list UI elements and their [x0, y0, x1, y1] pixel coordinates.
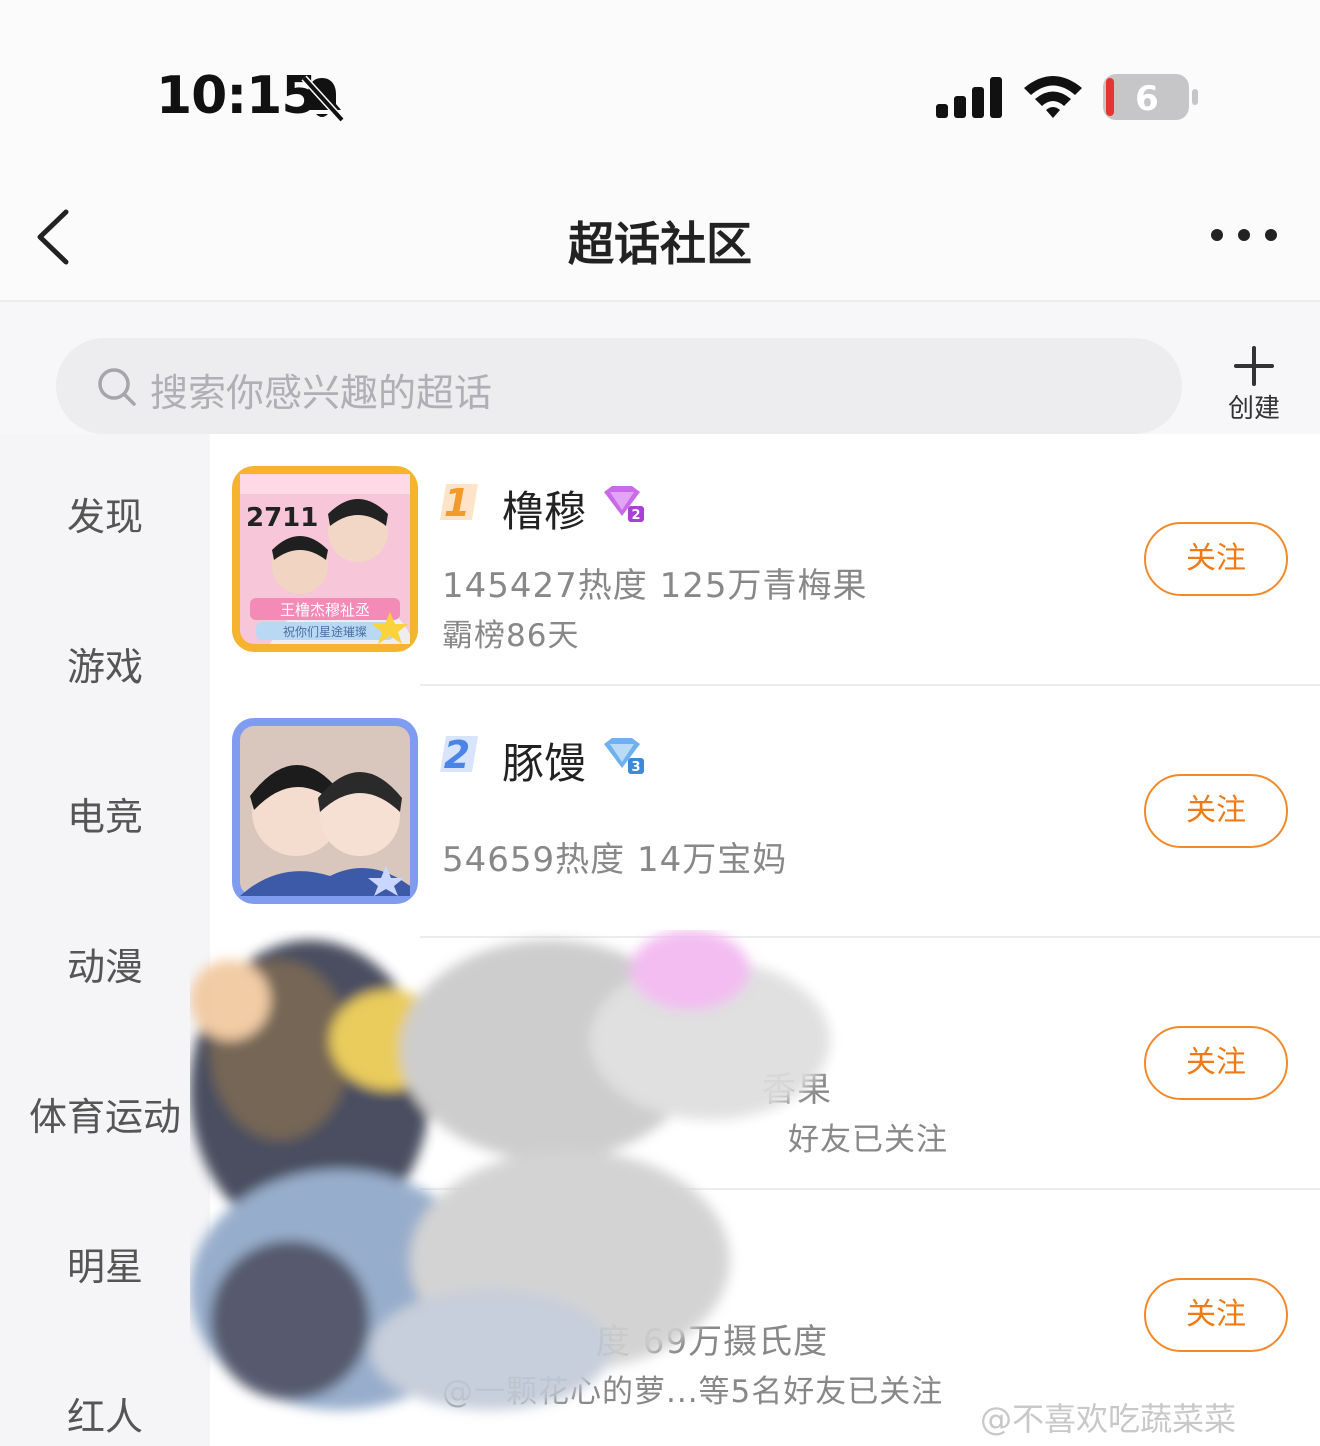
badge-level: 3	[631, 760, 640, 775]
rank-number: 2	[444, 733, 470, 774]
bell-muted-icon	[301, 75, 345, 123]
sidebar-item-anime[interactable]: 动漫	[0, 936, 210, 991]
redaction-scribble	[190, 930, 830, 1410]
thumbnail-number: 2711	[246, 503, 318, 533]
battery-level: 6	[1135, 79, 1159, 119]
cellular-signal-icon	[936, 77, 1002, 118]
rank-number: 1	[444, 481, 470, 522]
ellipsis-icon[interactable]	[1206, 222, 1282, 248]
topic-thumbnail: 2711 王橹杰穆祉丞 祝你们星途璀璨	[232, 466, 418, 652]
search-icon	[98, 368, 136, 406]
sidebar-item-esports[interactable]: 电竞	[0, 786, 210, 841]
list-item[interactable]: 2711 王橹杰穆祉丞 祝你们星途璀璨 1 橹穆 2 145427热度 125万…	[210, 434, 1320, 686]
status-bar: 10:15 6	[0, 0, 1320, 170]
sidebar-item-games[interactable]: 游戏	[0, 636, 210, 691]
create-label: 创建	[1227, 394, 1280, 424]
sidebar-item-influencers[interactable]: 红人	[0, 1386, 210, 1441]
topic-image: 2711 王橹杰穆祉丞 祝你们星途璀璨	[240, 474, 410, 644]
follow-button[interactable]: 关注	[1144, 1278, 1288, 1352]
sidebar-item-stars[interactable]: 明星	[0, 1236, 210, 1291]
clock: 10:15	[156, 66, 318, 126]
wifi-icon	[1024, 76, 1082, 118]
search-area: 搜索你感兴趣的超话 创建	[0, 302, 1320, 434]
sidebar-item-sports[interactable]: 体育运动	[0, 1086, 210, 1141]
list-item[interactable]: 2 豚馒 3 54659热度 14万宝妈 关注	[210, 686, 1320, 938]
search-placeholder: 搜索你感兴趣的超话	[150, 371, 493, 415]
create-button[interactable]: 创建	[1222, 346, 1286, 425]
topic-stats: 54659热度 14万宝妈	[442, 840, 788, 880]
topic-thumbnail	[232, 718, 418, 904]
follow-button[interactable]: 关注	[1144, 774, 1288, 848]
blue-diamond-badge-icon: 3	[604, 738, 644, 775]
thumbnail-banner-text: 王橹杰穆祉丞	[280, 601, 370, 619]
plus-icon	[1234, 346, 1274, 386]
topic-name: 豚馒	[502, 739, 587, 788]
topic-image	[240, 726, 410, 896]
navigation-bar: 超话社区	[0, 170, 1320, 302]
rank-1-icon: 1	[440, 481, 478, 522]
page-title: 超话社区	[568, 217, 752, 271]
thumbnail-sub-text: 祝你们星途璀璨	[283, 624, 367, 639]
follow-button[interactable]: 关注	[1144, 1026, 1288, 1100]
sidebar-item-discover[interactable]: 发现	[0, 486, 210, 541]
category-sidebar: 发现 游戏 电竞 动漫 体育运动 明星 红人	[0, 434, 210, 1446]
topic-name: 橹穆	[502, 487, 587, 536]
badge-level: 2	[631, 508, 640, 523]
follow-button[interactable]: 关注	[1144, 522, 1288, 596]
battery-icon: 6	[1103, 74, 1198, 120]
watermark: @不喜欢吃蔬菜菜	[980, 1400, 1237, 1438]
topic-stats: 145427热度 125万青梅果	[442, 566, 868, 606]
topic-rank-streak: 霸榜86天	[442, 618, 580, 654]
search-input[interactable]: 搜索你感兴趣的超话	[56, 338, 1182, 434]
purple-diamond-badge-icon: 2	[604, 486, 644, 523]
rank-2-icon: 2	[440, 733, 478, 774]
